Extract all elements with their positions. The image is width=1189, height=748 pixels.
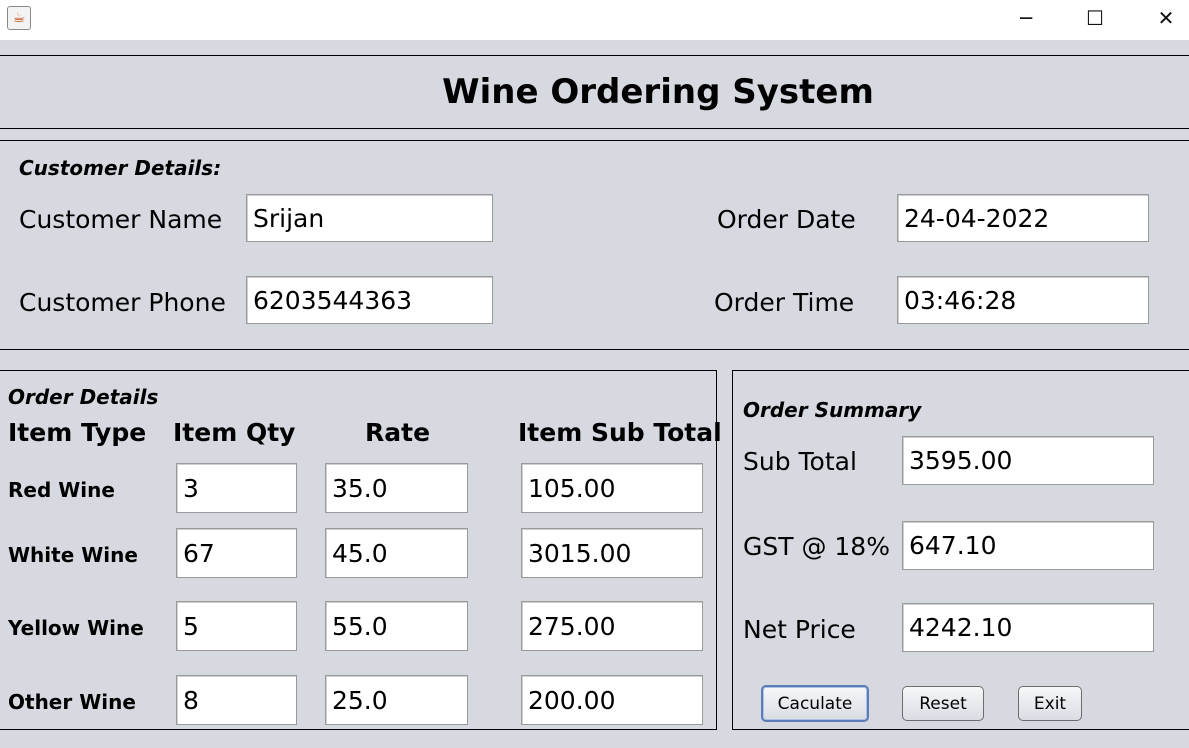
order-date-label: Order Date: [717, 205, 856, 234]
order-time-field[interactable]: [897, 276, 1149, 324]
close-button[interactable]: ✕: [1143, 0, 1189, 36]
white-wine-qty-field[interactable]: [176, 528, 297, 578]
order-summary-header: Order Summary: [743, 398, 922, 422]
sub-total-label: Sub Total: [743, 447, 857, 476]
calculate-button[interactable]: Caculate: [761, 685, 869, 722]
customer-phone-label: Customer Phone: [19, 288, 226, 317]
customer-name-field[interactable]: [246, 194, 493, 242]
order-details-panel: Order Details Item Type Item Qty Rate It…: [0, 370, 722, 730]
column-rate: Rate: [365, 418, 431, 447]
other-wine-qty-field[interactable]: [176, 675, 297, 725]
column-item-type: Item Type: [8, 418, 147, 447]
yellow-wine-subtotal-field[interactable]: [521, 601, 703, 651]
row-label-white-wine: White Wine: [8, 543, 138, 567]
yellow-wine-qty-field[interactable]: [176, 601, 297, 651]
window-titlebar: ☕ ─ ☐ ✕: [0, 0, 1189, 40]
maximize-button[interactable]: ☐: [1072, 0, 1118, 36]
row-label-other-wine: Other Wine: [8, 690, 136, 714]
white-wine-rate-field[interactable]: [325, 528, 468, 578]
gst-label: GST @ 18%: [743, 532, 890, 561]
column-item-qty: Item Qty: [173, 418, 296, 447]
red-wine-qty-field[interactable]: [176, 463, 297, 513]
title-panel: Wine Ordering System: [0, 55, 1189, 129]
order-date-field[interactable]: [897, 194, 1149, 242]
customer-name-label: Customer Name: [19, 205, 223, 234]
sub-total-field[interactable]: [902, 436, 1154, 485]
other-wine-subtotal-field[interactable]: [521, 675, 703, 725]
gst-field[interactable]: [902, 521, 1154, 570]
red-wine-rate-field[interactable]: [325, 463, 468, 513]
minimize-button[interactable]: ─: [1003, 0, 1049, 36]
other-wine-rate-field[interactable]: [325, 675, 468, 725]
customer-details-panel: Customer Details: Customer Name Customer…: [0, 140, 1189, 350]
order-summary-panel: Order Summary Sub Total GST @ 18% Net Pr…: [732, 370, 1189, 730]
order-time-label: Order Time: [714, 288, 855, 317]
white-wine-subtotal-field[interactable]: [521, 528, 703, 578]
java-cup-icon: ☕: [7, 6, 31, 30]
yellow-wine-rate-field[interactable]: [325, 601, 468, 651]
net-price-field[interactable]: [902, 603, 1154, 652]
net-price-label: Net Price: [743, 615, 856, 644]
customer-details-header: Customer Details:: [19, 156, 222, 180]
row-label-red-wine: Red Wine: [8, 478, 115, 502]
column-item-sub-total: Item Sub Total: [518, 418, 722, 447]
page-title: Wine Ordering System: [442, 72, 874, 112]
exit-button[interactable]: Exit: [1018, 686, 1082, 721]
customer-phone-field[interactable]: [246, 276, 493, 324]
reset-button[interactable]: Reset: [902, 686, 984, 721]
order-details-header: Order Details: [8, 385, 159, 409]
row-label-yellow-wine: Yellow Wine: [8, 616, 144, 640]
red-wine-subtotal-field[interactable]: [521, 463, 703, 513]
